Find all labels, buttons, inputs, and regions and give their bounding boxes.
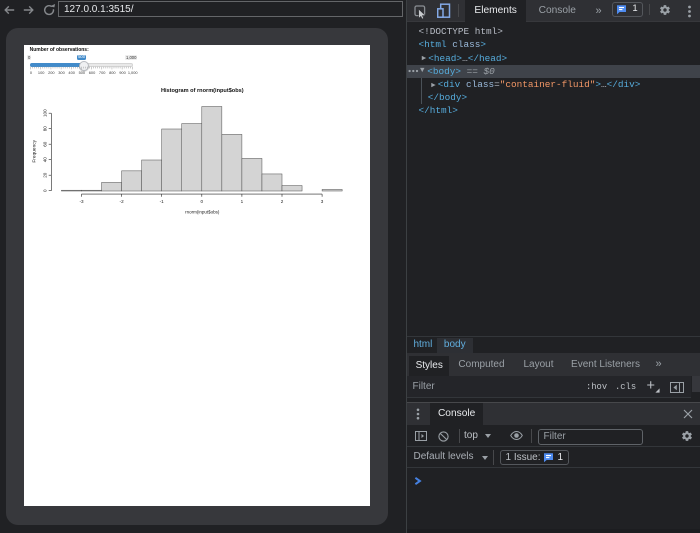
svg-text:-2: -2 (120, 199, 125, 204)
svg-text:Histogram of rnorm(input$obs): Histogram of rnorm(input$obs) (161, 88, 244, 94)
svg-text:20: 20 (43, 172, 48, 178)
svg-text:0: 0 (201, 199, 204, 204)
svg-text:0: 0 (43, 189, 48, 192)
svg-text:-3: -3 (80, 199, 85, 204)
svg-text:Frequency: Frequency (32, 139, 38, 162)
svg-text:40: 40 (43, 157, 48, 163)
svg-text:60: 60 (43, 141, 48, 147)
svg-text:100: 100 (43, 109, 48, 117)
svg-text:80: 80 (43, 126, 48, 132)
svg-text:1: 1 (241, 199, 244, 204)
svg-text:rnorm(input$obs): rnorm(input$obs) (186, 210, 221, 215)
svg-text:3: 3 (321, 199, 324, 204)
svg-text:-1: -1 (160, 199, 165, 204)
svg-text:2: 2 (281, 199, 284, 204)
